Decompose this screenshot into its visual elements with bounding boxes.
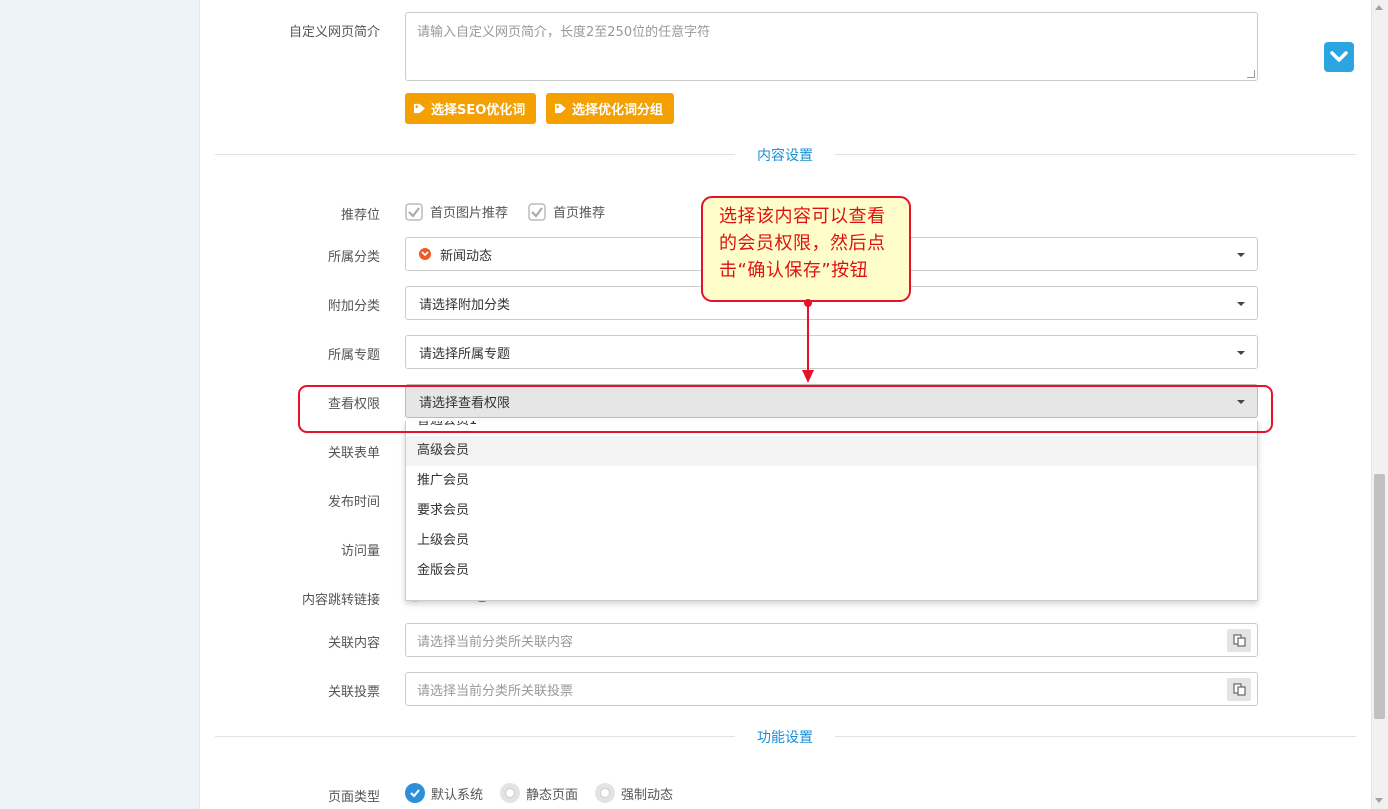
checkbox-label: 首页推荐: [553, 206, 606, 221]
page-type-label: 页面类型: [327, 790, 380, 805]
left-sidebar: [0, 0, 200, 809]
checkbox-icon: [405, 202, 423, 221]
checkbox-icon: [528, 202, 546, 221]
checkbox-home-image-recommend[interactable]: 首页图片推荐: [405, 202, 508, 221]
annotation-highlight: [298, 385, 1273, 433]
function-section-title: 功能设置: [735, 727, 835, 747]
related-content-placeholder: 请选择当前分类所关联内容: [417, 634, 574, 650]
collapse-button[interactable]: [1324, 42, 1354, 72]
category-value: 新闻动态: [440, 248, 493, 264]
custom-desc-label: 自定义网页简介: [288, 25, 380, 40]
checkbox-label: 首页图片推荐: [430, 206, 509, 221]
resize-grip-icon[interactable]: [1247, 70, 1255, 78]
radio-unchecked-icon: [500, 783, 520, 803]
permission-option[interactable]: 要求会员: [406, 496, 1257, 526]
select-seo-label: 选择SEO优化词: [431, 103, 526, 118]
copy-icon[interactable]: [1227, 678, 1251, 701]
select-seo-group-label: 选择优化词分组: [572, 103, 664, 118]
permission-option[interactable]: 高级会员: [406, 436, 1257, 466]
scroll-up-icon[interactable]: [1375, 5, 1383, 10]
tag-icon: [555, 103, 566, 114]
extra-category-label: 附加分类: [327, 299, 380, 314]
related-vote-placeholder: 请选择当前分类所关联投票: [417, 683, 574, 699]
tag-icon: [414, 103, 425, 114]
category-chevron-icon: [419, 248, 431, 260]
form-label: 关联表单: [327, 446, 380, 461]
radio-checked-icon: [405, 783, 425, 803]
chevron-down-icon: [1330, 51, 1348, 62]
annotation-callout: 选择该内容可以查看的会员权限，然后点击“确认保存”按钮: [701, 196, 911, 302]
caret-down-icon: [1237, 253, 1245, 257]
scroll-down-icon[interactable]: [1375, 798, 1383, 803]
copy-icon[interactable]: [1227, 629, 1251, 652]
custom-desc-textarea[interactable]: 请输入自定义网页简介，长度2至250位的任意字符: [405, 12, 1258, 81]
related-vote-input[interactable]: 请选择当前分类所关联投票: [405, 672, 1258, 706]
radio-unchecked-icon: [595, 783, 615, 803]
content-section-title: 内容设置: [735, 145, 835, 165]
category-label: 所属分类: [327, 250, 380, 265]
page-type-label-default: 默认系统: [431, 787, 484, 803]
page-type-label-dynamic: 强制动态: [621, 787, 674, 803]
extra-category-value: 请选择附加分类: [419, 297, 511, 313]
page-type-default[interactable]: 默认系统: [405, 783, 483, 803]
topic-select[interactable]: 请选择所属专题: [405, 335, 1258, 369]
publish-time-label: 发布时间: [327, 495, 380, 510]
caret-down-icon: [1237, 351, 1245, 355]
custom-desc-placeholder: 请输入自定义网页简介，长度2至250位的任意字符: [417, 25, 711, 40]
topic-value: 请选择所属专题: [419, 346, 511, 362]
annotation-arrow-dot: [804, 299, 812, 307]
select-seo-group-button[interactable]: 选择优化词分组: [546, 93, 675, 124]
redirect-label: 内容跳转链接: [301, 593, 380, 608]
topic-label: 所属专题: [327, 348, 380, 363]
views-label: 访问量: [340, 544, 380, 559]
scrollbar-thumb[interactable]: [1374, 474, 1385, 719]
annotation-arrow-line: [807, 302, 809, 372]
page-type-label-static: 静态页面: [526, 787, 579, 803]
permission-dropdown[interactable]: 普通会员1 高级会员 推广会员 要求会员 上级会员 金版会员: [405, 421, 1258, 601]
page-type-dynamic[interactable]: 强制动态: [595, 783, 673, 803]
permission-option[interactable]: 上级会员: [406, 526, 1257, 556]
annotation-arrow-head-icon: [802, 370, 814, 383]
checkbox-home-recommend[interactable]: 首页推荐: [528, 202, 605, 221]
related-vote-label: 关联投票: [327, 685, 380, 700]
caret-down-icon: [1237, 302, 1245, 306]
related-content-input[interactable]: 请选择当前分类所关联内容: [405, 623, 1258, 657]
permission-option[interactable]: 金版会员: [406, 556, 1257, 586]
page-type-static[interactable]: 静态页面: [500, 783, 578, 803]
related-content-label: 关联内容: [327, 636, 380, 651]
permission-option[interactable]: 推广会员: [406, 466, 1257, 496]
select-seo-button[interactable]: 选择SEO优化词: [405, 93, 537, 124]
recommend-label: 推荐位: [340, 208, 380, 223]
